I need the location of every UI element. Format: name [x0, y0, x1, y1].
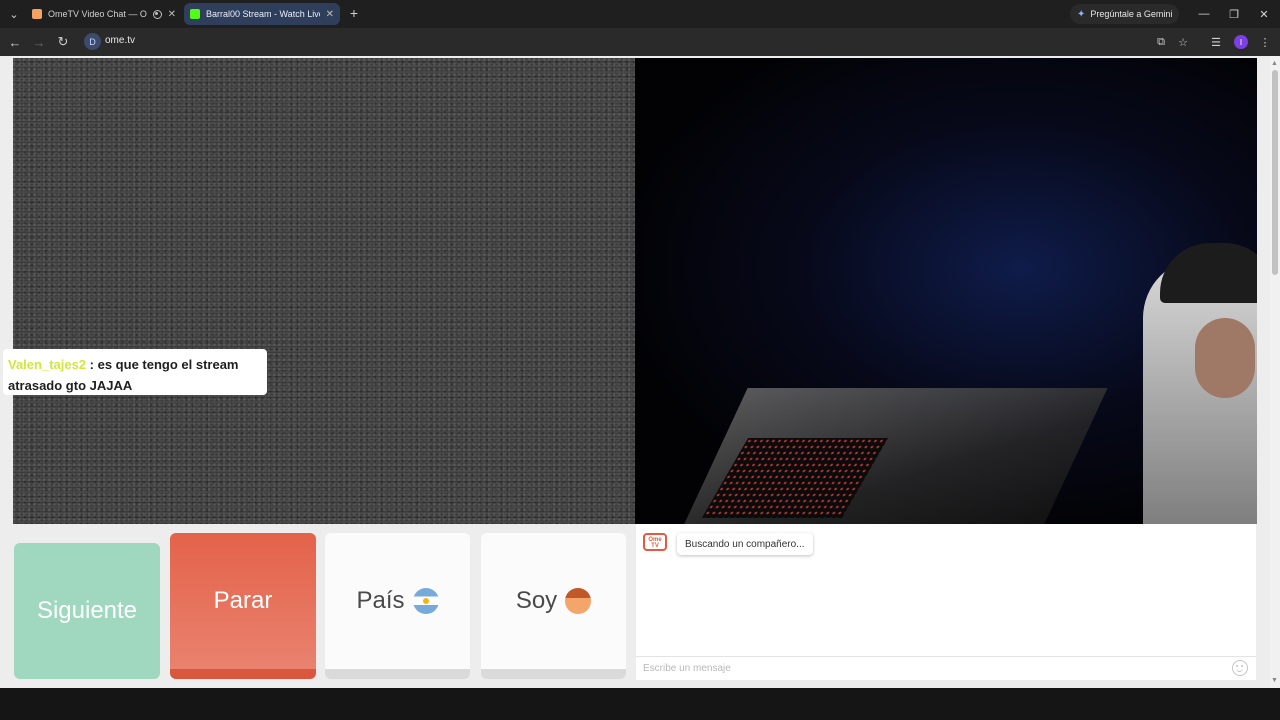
next-button[interactable]: Siguiente [14, 543, 160, 679]
window-bottom-edge [0, 688, 1280, 720]
stop-button-label: Parar [213, 587, 273, 614]
gender-button[interactable]: Soy [481, 533, 626, 679]
gemini-button[interactable]: ✦ Pregúntale a Gemini [1070, 4, 1180, 24]
address-bar[interactable]: ome.tv [105, 35, 135, 46]
cap-shape [1160, 243, 1257, 303]
country-button[interactable]: País [325, 533, 470, 679]
tab-title: OmeTV Video Chat — Ome [48, 9, 147, 19]
status-message: Buscando un compañero... [677, 533, 813, 555]
tab-list-icon[interactable]: ⌄ [4, 4, 24, 24]
star-icon[interactable]: ☆ [1173, 32, 1193, 52]
emoji-icon[interactable] [1232, 660, 1248, 676]
minimize-icon[interactable]: — [1194, 4, 1214, 24]
close-icon[interactable]: ✕ [168, 9, 176, 20]
face-shape [1195, 318, 1255, 398]
new-tab-button[interactable]: + [346, 5, 362, 21]
scroll-down-icon[interactable]: ▼ [1271, 677, 1278, 684]
ometv-favicon-icon [32, 9, 42, 19]
forward-icon[interactable]: → [29, 32, 49, 52]
restore-icon[interactable]: ❐ [1224, 4, 1244, 24]
recording-icon [152, 9, 162, 19]
tab-kick-stream[interactable]: Barral00 Stream - Watch Live o ✕ [184, 3, 340, 25]
back-icon[interactable]: ← [5, 32, 25, 52]
site-info-icon[interactable]: D [84, 33, 101, 50]
person-silhouette [1135, 238, 1257, 524]
boy-icon [565, 588, 592, 614]
close-icon[interactable]: ✕ [326, 9, 334, 20]
stranger-video [635, 58, 1257, 524]
kick-favicon-icon [190, 9, 200, 19]
gemini-spark-icon: ✦ [1077, 8, 1086, 20]
tab-ometv[interactable]: OmeTV Video Chat — Ome ✕ [26, 3, 182, 25]
avatar[interactable]: I [1234, 35, 1248, 49]
menu-icon[interactable]: ⋮ [1255, 32, 1275, 52]
next-button-label: Siguiente [36, 597, 138, 624]
local-video [13, 58, 635, 524]
gender-button-label: Soy [515, 587, 558, 614]
chat-username: Valen_tajes2 [8, 357, 87, 372]
tab-bar: ⌄ OmeTV Video Chat — Ome ✕ Barral00 Stre… [0, 0, 1280, 28]
browser-toolbar: ← → ↻ D ome.tv ⧉ ☆ ☰ I ⋮ [0, 28, 1280, 56]
flag-argentina-icon [412, 588, 439, 614]
gemini-label: Pregúntale a Gemini [1090, 9, 1173, 19]
scroll-up-icon[interactable]: ▲ [1271, 60, 1278, 67]
country-button-label: País [356, 587, 405, 614]
tab-search-icon[interactable]: ☰ [1206, 32, 1226, 52]
scrollbar-thumb[interactable] [1272, 70, 1278, 275]
stop-button[interactable]: Parar [170, 533, 316, 679]
tab-title: Barral00 Stream - Watch Live o [206, 9, 320, 19]
install-app-icon[interactable]: ⧉ [1151, 32, 1171, 52]
message-input[interactable] [636, 656, 1256, 680]
close-window-icon[interactable]: ✕ [1254, 4, 1274, 24]
reload-icon[interactable]: ↻ [53, 32, 73, 52]
ometv-logo-icon: Ome TV [643, 533, 667, 551]
stream-chat-message: Valen_tajes2 : es que tengo el stream at… [3, 349, 267, 395]
